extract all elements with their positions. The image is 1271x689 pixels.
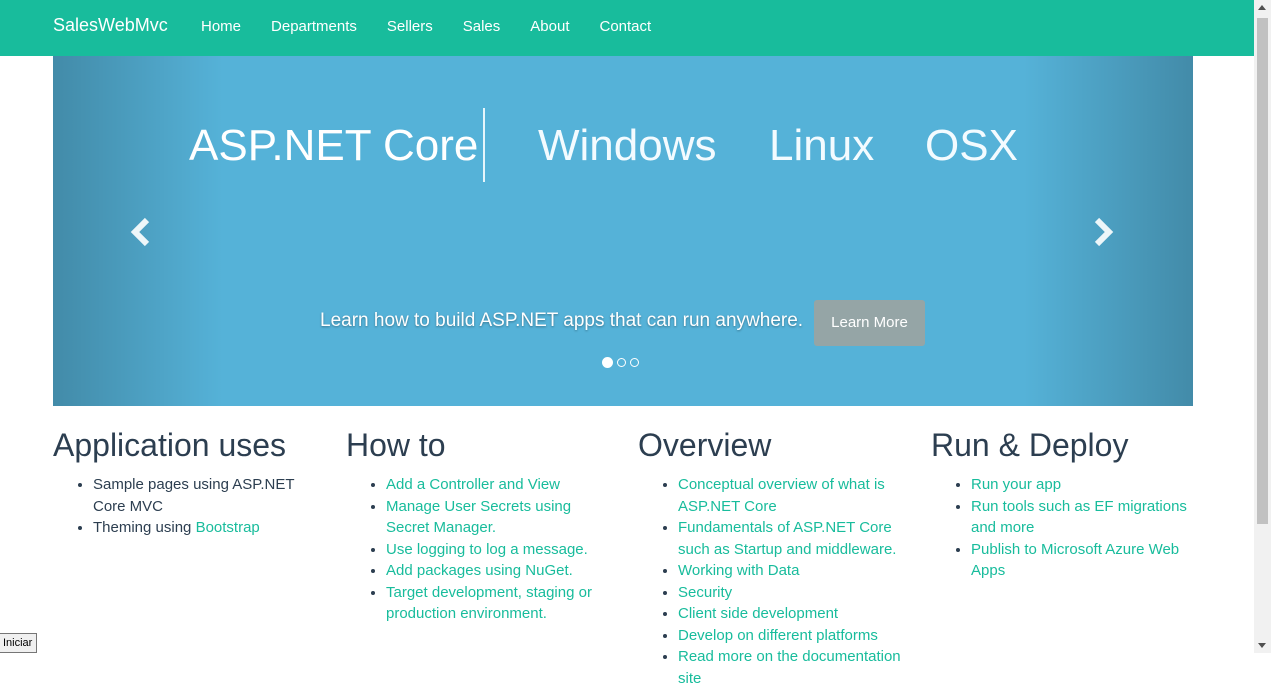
list-item-text: Theming using <box>93 519 196 536</box>
column-title: Overview <box>638 427 772 463</box>
carousel-prev-button[interactable] <box>129 216 153 248</box>
column-application-uses: Application uses Sample pages using ASP.… <box>53 424 323 539</box>
list-link[interactable]: Security <box>678 584 732 601</box>
nav-menu: Home Departments Sellers Sales About Con… <box>186 0 666 56</box>
carousel-indicators <box>602 357 639 368</box>
list-link[interactable]: Target development, staging or productio… <box>386 584 592 623</box>
brand-link[interactable]: SalesWebMvc <box>53 15 168 36</box>
list-item: Run your app <box>971 474 1201 496</box>
list-item: Client side development <box>678 603 908 625</box>
list-link[interactable]: Use logging to log a message. <box>386 541 588 558</box>
banner-osx: OSX <box>925 121 1018 170</box>
list-link[interactable]: Conceptual overview of what is ASP.NET C… <box>678 476 885 515</box>
carousel-caption: Learn how to build ASP.NET apps that can… <box>320 310 804 331</box>
column-list: Conceptual overview of what is ASP.NET C… <box>638 474 908 689</box>
column-title: Application uses <box>53 427 287 463</box>
column-list: Add a Controller and View Manage User Se… <box>346 474 616 625</box>
list-link[interactable]: Fundamentals of ASP.NET Core such as Sta… <box>678 519 896 558</box>
list-link[interactable]: Develop on different platforms <box>678 627 878 644</box>
carousel-indicator-1[interactable] <box>602 357 613 368</box>
chevron-left-icon <box>130 217 150 247</box>
list-item: Add packages using NuGet. <box>386 560 616 582</box>
list-item: Target development, staging or productio… <box>386 582 616 625</box>
list-link[interactable]: Add a Controller and View <box>386 476 560 493</box>
list-link[interactable]: Client side development <box>678 605 838 622</box>
list-link[interactable]: Add packages using NuGet. <box>386 562 573 579</box>
list-link[interactable]: Publish to Microsoft Azure Web Apps <box>971 541 1179 580</box>
nav-departments[interactable]: Departments <box>256 0 372 56</box>
nav-home[interactable]: Home <box>186 0 256 56</box>
scroll-down-arrow-icon[interactable] <box>1258 643 1266 648</box>
list-link[interactable]: Run tools such as EF migrations and more <box>971 498 1187 537</box>
vertical-scrollbar[interactable] <box>1254 0 1271 653</box>
list-item: Develop on different platforms <box>678 625 908 647</box>
scroll-up-arrow-icon[interactable] <box>1258 5 1266 10</box>
banner-linux: Linux <box>769 121 875 170</box>
banner-aspnet-core: ASP.NET Core <box>189 121 479 170</box>
column-title: How to <box>346 427 446 463</box>
scroll-thumb[interactable] <box>1257 18 1268 524</box>
list-item: Add a Controller and View <box>386 474 616 496</box>
list-item: Sample pages using ASP.NET Core MVC <box>93 474 323 517</box>
list-link[interactable]: Manage User Secrets using Secret Manager… <box>386 498 571 537</box>
hero-carousel: ASP.NET Core Windows Linux OSX Learn how… <box>53 56 1193 406</box>
navbar: SalesWebMvc Home Departments Sellers Sal… <box>0 0 1254 56</box>
nav-about[interactable]: About <box>515 0 584 56</box>
list-link[interactable]: Read more on the documentation site <box>678 648 901 687</box>
banner-divider <box>483 108 485 182</box>
list-item: Use logging to log a message. <box>386 539 616 561</box>
list-item: Publish to Microsoft Azure Web Apps <box>971 539 1201 582</box>
list-item: Run tools such as EF migrations and more <box>971 496 1201 539</box>
column-how-to: How to Add a Controller and View Manage … <box>346 424 616 625</box>
bootstrap-link[interactable]: Bootstrap <box>196 519 260 536</box>
carousel-next-button[interactable] <box>1091 216 1115 248</box>
column-list: Run your app Run tools such as EF migrat… <box>931 474 1201 582</box>
list-item: Theming using Bootstrap <box>93 517 323 539</box>
list-link[interactable]: Run your app <box>971 476 1061 493</box>
carousel-indicator-3[interactable] <box>630 358 639 367</box>
list-item: Security <box>678 582 908 604</box>
list-item: Fundamentals of ASP.NET Core such as Sta… <box>678 517 908 560</box>
carousel-indicator-2[interactable] <box>617 358 626 367</box>
column-run-deploy: Run & Deploy Run your app Run tools such… <box>931 424 1201 582</box>
chevron-right-icon <box>1094 217 1114 247</box>
list-item-text: Sample pages using ASP.NET Core MVC <box>93 476 295 515</box>
column-title: Run & Deploy <box>931 427 1129 463</box>
start-tooltip: Iniciar <box>0 633 38 653</box>
banner-windows: Windows <box>538 121 717 170</box>
column-list: Sample pages using ASP.NET Core MVC Them… <box>53 474 323 539</box>
list-item: Conceptual overview of what is ASP.NET C… <box>678 474 908 517</box>
list-item: Manage User Secrets using Secret Manager… <box>386 496 616 539</box>
list-item: Working with Data <box>678 560 908 582</box>
nav-contact[interactable]: Contact <box>584 0 666 56</box>
list-item: Read more on the documentation site <box>678 646 908 689</box>
list-link[interactable]: Working with Data <box>678 562 799 579</box>
learn-more-button[interactable]: Learn More <box>814 300 925 346</box>
column-overview: Overview Conceptual overview of what is … <box>638 424 908 689</box>
nav-sales[interactable]: Sales <box>448 0 516 56</box>
nav-sellers[interactable]: Sellers <box>372 0 448 56</box>
